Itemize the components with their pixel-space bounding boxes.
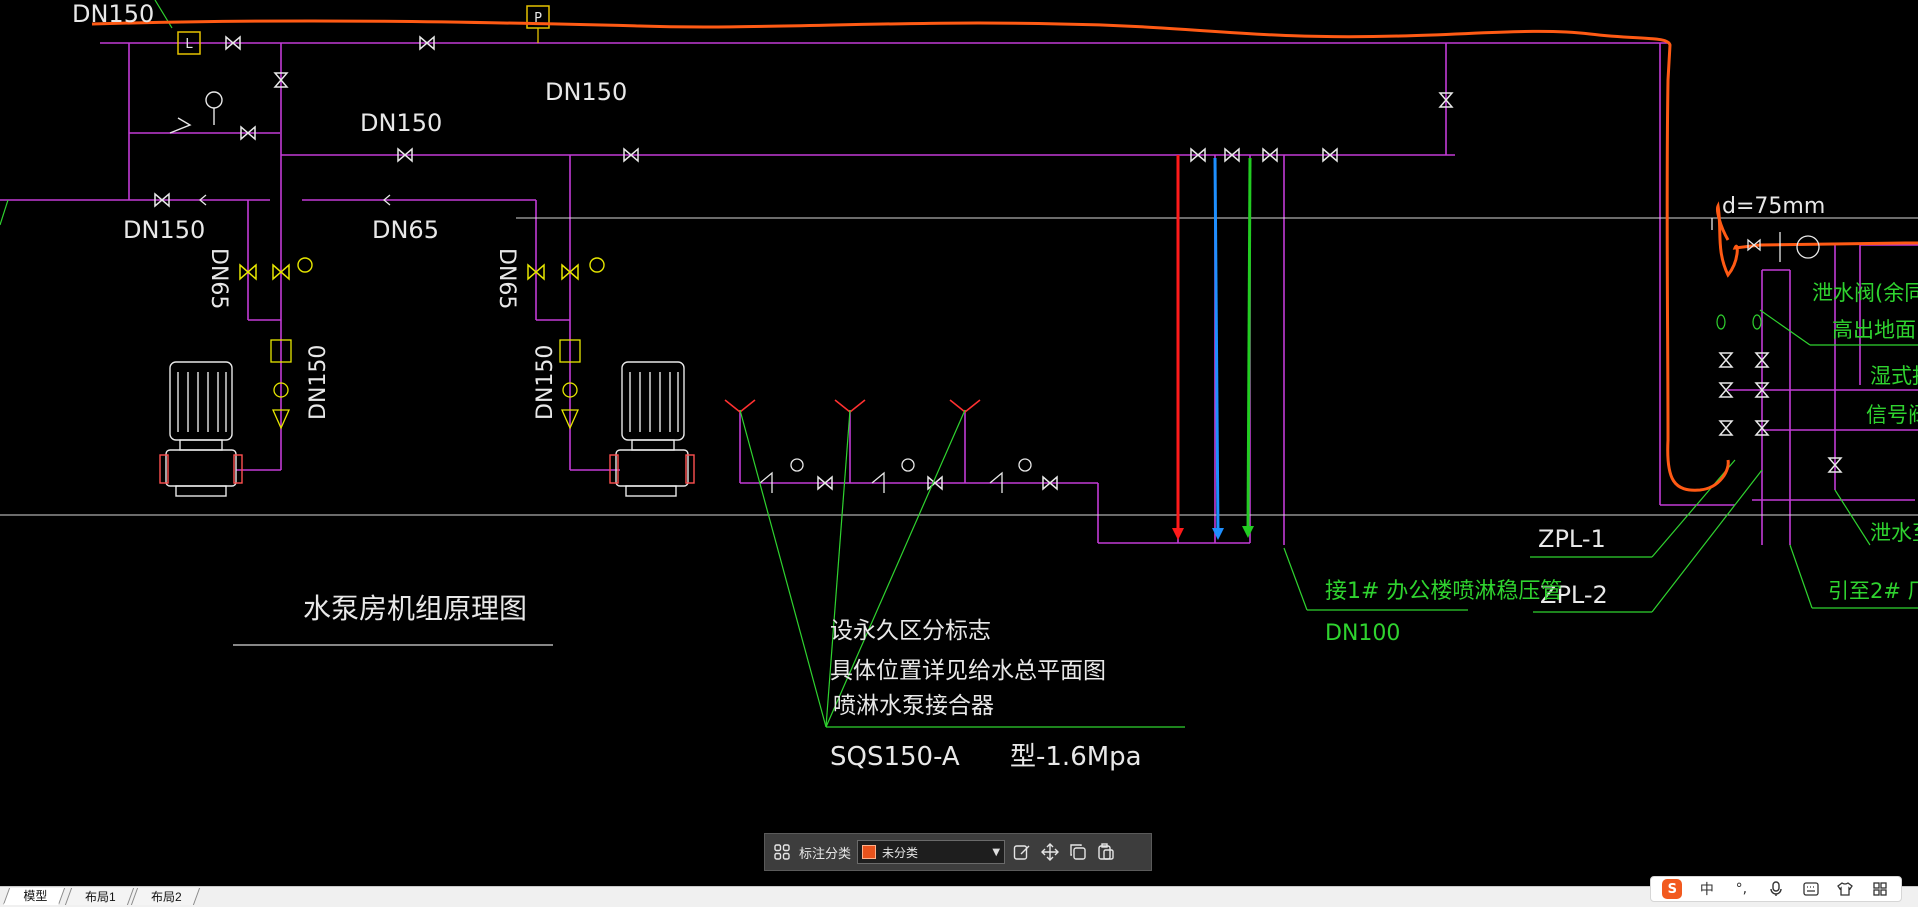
connector-note-2: 具体位置详见给水总平面图 [830, 658, 1106, 684]
tab-layout1[interactable]: 布局1 [64, 888, 134, 905]
ime-toolbar: S 中 °, [1650, 876, 1902, 902]
grid-icon[interactable] [771, 841, 793, 863]
pump-2-icon [609, 361, 695, 497]
label-top-mid-size: DN150 [545, 78, 627, 106]
shirt-icon[interactable] [1835, 879, 1855, 899]
pipe-network [0, 42, 1918, 545]
annotation-toolbar: 标注分类 未分类 ▼ [764, 833, 1152, 871]
chevron-down-icon: ▼ [992, 846, 1001, 858]
ime-logo-icon[interactable]: S [1662, 879, 1683, 899]
tab-layout2[interactable]: 布局2 [130, 888, 200, 905]
label-pump1-riser: DN150 [306, 345, 331, 420]
cad-drawing-canvas[interactable]: L P DN150 DN150 DN150 DN150 DN65 DN65 DN… [0, 0, 1918, 886]
right-note-4: 信号阀 [1866, 403, 1918, 427]
tab-model[interactable]: 模型 [2, 888, 66, 905]
tab-layout2-label: 布局2 [151, 890, 182, 904]
label-diameter-note: d=75mm [1722, 194, 1825, 219]
paste-icon[interactable] [1095, 841, 1117, 863]
pump-1-icon [159, 361, 243, 497]
label-pump2-branch: DN65 [494, 248, 519, 309]
category-color-swatch [862, 845, 877, 859]
category-label: 标注分类 [799, 846, 852, 862]
label-mid-size: DN65 [372, 216, 439, 244]
right-note-3: 湿式报 [1870, 364, 1918, 388]
diagram-title: 水泵房机组原理图 [303, 592, 527, 625]
edit-icon[interactable] [1011, 841, 1033, 863]
layout-tab-bar: 模型 布局1 布局2 [0, 886, 1918, 907]
right-note-2: 高出地面1.8 [1832, 318, 1918, 342]
label-pump2-riser: DN150 [533, 345, 558, 420]
label-top-main-size: DN150 [72, 0, 154, 28]
right-note-6: 引至2# 厂房 [1828, 579, 1918, 603]
connector-note-1: 设永久区分标志 [830, 618, 991, 644]
connector-check-valves [759, 458, 1032, 493]
microphone-icon[interactable] [1766, 879, 1786, 899]
level-tag-text: L [185, 37, 193, 52]
connector-note-3: 喷淋水泵接合器 [833, 693, 994, 719]
drawing-labels: DN150 DN150 DN150 DN150 DN65 DN65 DN150 … [72, 0, 1918, 772]
ime-mode-toggle[interactable]: 中 [1697, 879, 1717, 899]
connector-model: SQS150-A [830, 742, 960, 772]
keyboard-icon[interactable] [1801, 879, 1821, 899]
tab-layout1-label: 布局1 [85, 890, 116, 904]
connector-heads [724, 399, 981, 414]
tab-model-label: 模型 [23, 889, 48, 903]
category-select[interactable]: 未分类 ▼ [857, 840, 1006, 864]
orange-markup [91, 19, 1918, 492]
label-left-bottom-size: DN150 [123, 216, 205, 244]
move-icon[interactable] [1039, 841, 1061, 863]
apps-grid-icon[interactable] [1870, 879, 1890, 899]
label-upper-size: DN150 [360, 109, 442, 137]
valves [154, 36, 1842, 490]
copy-icon[interactable] [1067, 841, 1089, 863]
pipe-label-zpl1: ZPL-1 [1538, 525, 1606, 553]
category-value: 未分类 [882, 845, 919, 860]
ime-punctuation-toggle[interactable]: °, [1731, 879, 1751, 899]
label-pump1-branch: DN65 [206, 248, 231, 309]
office-connection-note: 接1# 办公楼喷淋稳压管 [1325, 579, 1562, 604]
colored-arrows [1172, 155, 1254, 540]
small-fixtures [1716, 314, 1762, 330]
office-connection-size: DN100 [1325, 621, 1400, 646]
right-note-5: 泄水至 [1870, 521, 1918, 545]
connector-type: 型-1.6Mpa [1010, 742, 1142, 772]
right-note-1: 泄水阀(余同) [1812, 281, 1918, 305]
right-fixtures [1711, 218, 1820, 262]
